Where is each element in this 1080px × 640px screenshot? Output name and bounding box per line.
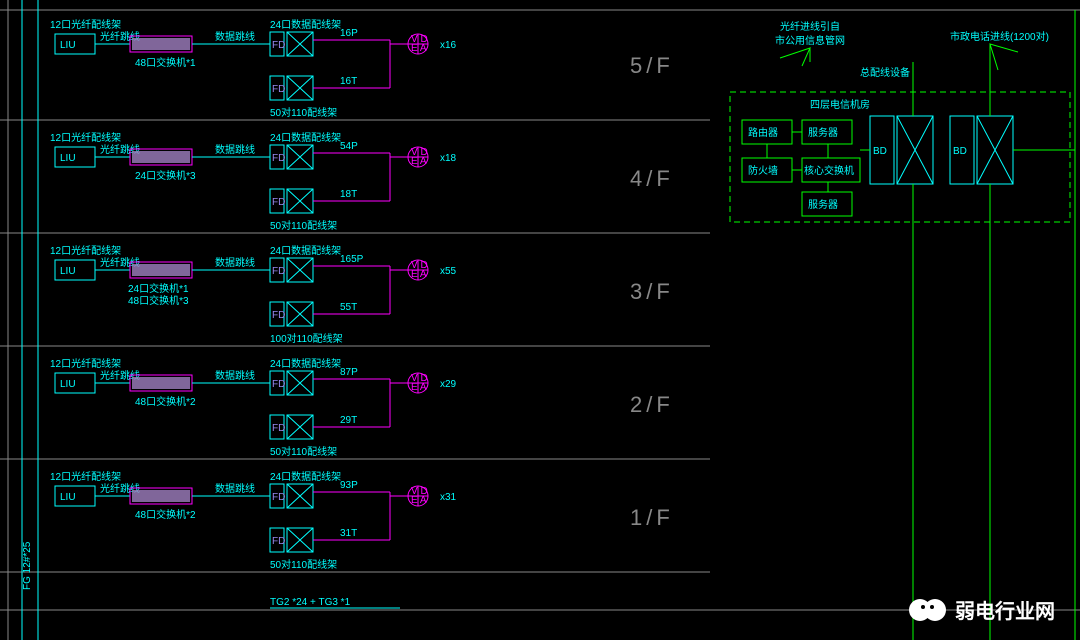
arrow-fiber-in <box>780 48 810 66</box>
svg-text:3/F: 3/F <box>630 279 674 304</box>
svg-text:24口交换机*3: 24口交换机*3 <box>135 169 196 182</box>
svg-text:FD: FD <box>272 310 285 321</box>
floor-label: 5/F <box>630 53 674 78</box>
floor-2: 12口光纤配线架 LIU 光纤跳线 48口交换机*2 数据跳线 24口数据配线架… <box>50 357 674 458</box>
svg-text:18T: 18T <box>340 189 357 200</box>
svg-text:48口交换机*3: 48口交换机*3 <box>128 294 189 307</box>
svg-text:24口数据配线架: 24口数据配线架 <box>270 244 341 257</box>
fiber-lead-label-1: 光纤进线引自 <box>780 20 840 33</box>
svg-text:24口数据配线架: 24口数据配线架 <box>270 357 341 370</box>
svg-text:48口交换机*2: 48口交换机*2 <box>135 395 196 408</box>
fiber-lead-label-2: 市公用信息管网 <box>775 34 845 47</box>
svg-text:LIU: LIU <box>60 492 76 503</box>
svg-text:24口数据配线架: 24口数据配线架 <box>270 470 341 483</box>
svg-text:12口光纤配线架: 12口光纤配线架 <box>50 357 121 370</box>
svg-text:1/F: 1/F <box>630 505 674 530</box>
svg-text:FD: FD <box>272 153 285 164</box>
main-wiring-label: 总配线设备 <box>860 66 910 79</box>
svg-text:50对110配线架: 50对110配线架 <box>270 445 337 458</box>
svg-text:数据跳线: 数据跳线 <box>215 143 255 156</box>
voice-patch-label: 50对110配线架 <box>270 106 337 119</box>
server-label: 服务器 <box>808 126 838 139</box>
svg-text:FD: FD <box>272 266 285 277</box>
telecom-room-box <box>730 92 1070 222</box>
svg-text:LIU: LIU <box>60 379 76 390</box>
svg-text:55T: 55T <box>340 302 357 313</box>
riser-label: FG 12#*25 <box>22 541 33 590</box>
port-bot: 16T <box>340 76 357 87</box>
floor-3: 12口光纤配线架 LIU 光纤跳线 24口交换机*1 48口交换机*3 数据跳线… <box>50 244 674 345</box>
svg-text:光纤进线引自市公用信息管网: 光纤进线引自市公用信息管网 <box>775 20 845 47</box>
svg-text:BD: BD <box>953 146 967 157</box>
svg-text:FD: FD <box>272 40 285 51</box>
svg-text:E A: E A <box>411 43 427 54</box>
firewall-label: 防火墙 <box>748 164 778 177</box>
svg-text:FD: FD <box>272 423 285 434</box>
floor-4: 12口光纤配线架 LIU 光纤跳线 24口交换机*3 数据跳线 24口数据配线架… <box>50 131 674 232</box>
svg-text:数据跳线: 数据跳线 <box>215 369 255 382</box>
router-label: 路由器 <box>748 126 778 139</box>
svg-text:FD: FD <box>272 84 285 95</box>
arrow-tel-in <box>990 44 1018 70</box>
switch-label: 48口交换机*1 <box>135 56 196 69</box>
svg-text:x31: x31 <box>440 492 457 503</box>
svg-text:LIU: LIU <box>60 153 76 164</box>
svg-text:93P: 93P <box>340 480 358 491</box>
room-title: 四层电信机房 <box>810 98 870 111</box>
svg-text:24口交换机*1: 24口交换机*1 <box>128 282 189 295</box>
svg-text:LIU: LIU <box>60 266 76 277</box>
svg-text:E A: E A <box>411 156 427 167</box>
svg-text:12口光纤配线架: 12口光纤配线架 <box>50 131 121 144</box>
fd-data: FD <box>270 32 313 56</box>
data-jump-label: 数据跳线 <box>215 30 255 43</box>
svg-text:54P: 54P <box>340 141 358 152</box>
floor-1: 12口光纤配线架 LIU 光纤跳线 48口交换机*2 数据跳线 24口数据配线架… <box>50 470 674 571</box>
svg-text:E A: E A <box>411 269 427 280</box>
svg-text:E A: E A <box>411 382 427 393</box>
svg-text:FD: FD <box>272 379 285 390</box>
outlet-count: x16 <box>440 40 457 51</box>
svg-text:弱电行业网: 弱电行业网 <box>955 599 1055 623</box>
svg-text:x18: x18 <box>440 153 457 164</box>
svg-text:E A: E A <box>411 495 427 506</box>
core-room: 光纤进线引自市公用信息管网 市政电话进线(1200对) 总配线设备 四层电信机房… <box>730 10 1075 640</box>
data-patch-label: 24口数据配线架 <box>270 18 341 31</box>
brand-watermark: 弱电行业网 <box>909 599 1055 623</box>
svg-text:31T: 31T <box>340 528 357 539</box>
svg-text:50对110配线架: 50对110配线架 <box>270 558 337 571</box>
svg-text:2/F: 2/F <box>630 392 674 417</box>
svg-text:FD: FD <box>272 197 285 208</box>
svg-text:FD: FD <box>272 492 285 503</box>
bd-2: BD <box>950 116 1013 184</box>
port-top: 16P <box>340 28 358 39</box>
fd-voice: FD <box>270 76 313 100</box>
svg-text:12口光纤配线架: 12口光纤配线架 <box>50 244 121 257</box>
svg-text:数据跳线: 数据跳线 <box>215 256 255 269</box>
liu-label: 12口光纤配线架 <box>50 18 121 31</box>
tel-lead-label: 市政电话进线(1200对) <box>950 30 1049 43</box>
svg-text:4/F: 4/F <box>630 166 674 191</box>
floor-5: 12口光纤配线架 LIU 光纤跳线 48口交换机*1 数据跳线 24口数据配线架… <box>50 18 674 119</box>
svg-text:x55: x55 <box>440 266 457 277</box>
svg-text:48口交换机*2: 48口交换机*2 <box>135 508 196 521</box>
schematic-canvas: 光纤进线引自市公用信息管网 市政电话进线(1200对) 总配线设备 四层电信机房… <box>0 0 1080 640</box>
svg-text:29T: 29T <box>340 415 357 426</box>
svg-text:24口数据配线架: 24口数据配线架 <box>270 131 341 144</box>
svg-text:数据跳线: 数据跳线 <box>215 482 255 495</box>
svg-text:100对110配线架: 100对110配线架 <box>270 332 343 345</box>
svg-text:x29: x29 <box>440 379 457 390</box>
server2-label: 服务器 <box>808 198 838 211</box>
bd-1: BD <box>870 116 933 184</box>
core-sw-label: 核心交换机 <box>804 164 854 177</box>
liu-box: LIU <box>60 40 76 51</box>
svg-text:FD: FD <box>272 536 285 547</box>
trunk-label: TG2 *24 + TG3 *1 <box>270 597 351 608</box>
svg-text:12口光纤配线架: 12口光纤配线架 <box>50 470 121 483</box>
svg-text:87P: 87P <box>340 367 358 378</box>
svg-text:165P: 165P <box>340 254 364 265</box>
svg-text:BD: BD <box>873 146 887 157</box>
svg-text:50对110配线架: 50对110配线架 <box>270 219 337 232</box>
